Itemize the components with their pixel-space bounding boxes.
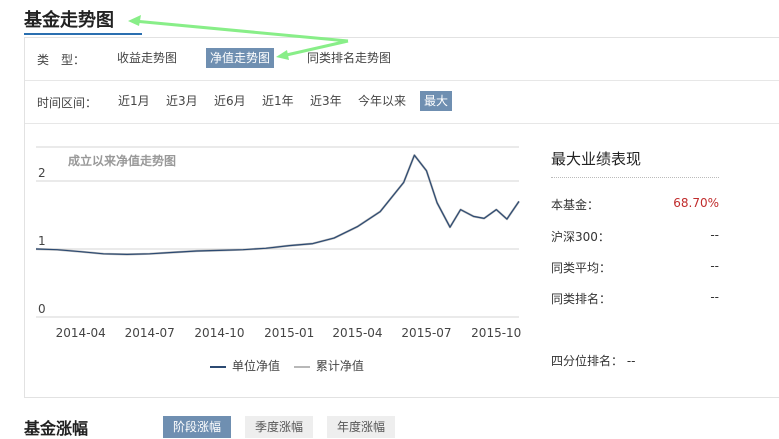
chart-legend: 单位净值 累计净值 (210, 357, 374, 374)
range-1m[interactable]: 近1月 (114, 91, 154, 111)
range-label: 时间区间： (37, 96, 98, 110)
range-1y[interactable]: 近1年 (258, 91, 298, 111)
series-line-unit-nav (35, 154, 520, 256)
option-rank-chart[interactable]: 同类排名走势图 (303, 48, 395, 68)
y-tick-label: 1 (38, 234, 46, 248)
x-tick-label: 2014-10 (194, 326, 244, 340)
performance-label: 同类排名： (551, 292, 612, 306)
chart-grid (36, 146, 519, 318)
range-max[interactable]: 最大 (420, 91, 453, 111)
x-axis-labels: 2014-04 2014-07 2014-10 2015-01 2015-04 2015-… (56, 326, 522, 340)
x-tick-label: 2014-04 (56, 326, 106, 340)
y-axis-labels: 0 1 2 (38, 166, 46, 316)
legend-label-unit-nav: 单位净值 (232, 359, 281, 373)
range-ytd[interactable]: 今年以来 (354, 91, 410, 111)
performance-label: 本基金： (551, 198, 600, 212)
type-row: 类 型： 收益走势图 净值走势图 同类排名走势图 (25, 38, 779, 81)
performance-value: -- (710, 259, 719, 273)
tab-period-growth[interactable]: 阶段涨幅 (163, 416, 232, 438)
option-nav-chart[interactable]: 净值走势图 (206, 48, 275, 68)
quartile-rank: 四分位排名： -- (551, 352, 636, 369)
annotation-arrowhead-title (128, 15, 141, 26)
performance-value: -- (710, 228, 719, 242)
title-underline (24, 33, 142, 35)
legend-item-unit-nav[interactable]: 单位净值 (210, 357, 280, 374)
x-tick-label: 2015-07 (401, 326, 451, 340)
range-6m[interactable]: 近6月 (210, 91, 250, 111)
growth-section-title: 基金涨幅 (24, 419, 89, 438)
range-3y[interactable]: 近3年 (306, 91, 346, 111)
option-return-chart[interactable]: 收益走势图 (113, 48, 181, 68)
type-label: 类 型： (37, 53, 86, 67)
legend-label-cumulative-nav: 累计净值 (315, 359, 364, 373)
performance-value: -- (710, 290, 719, 304)
tab-annual-growth[interactable]: 年度涨幅 (327, 416, 396, 438)
quartile-label: 四分位排名： (551, 354, 624, 368)
x-tick-label: 2015-10 (471, 326, 521, 340)
x-tick-label: 2014-07 (125, 326, 175, 340)
performance-value: 68.70% (673, 196, 719, 210)
performance-label: 同类平均： (551, 261, 612, 275)
performance-divider (551, 177, 719, 178)
chart-series (35, 154, 520, 256)
legend-swatch-cumulative-nav (293, 365, 310, 368)
nav-chart: 成立以来净值走势图 0 1 2 2014-04 2014-07 2014-10 2015-… (35, 146, 522, 340)
chart-title: 成立以来净值走势图 (68, 153, 176, 168)
range-row: 时间区间： 近1月 近3月 近6月 近1年 近3年 今年以来 最大 (25, 81, 779, 124)
page-title: 基金走势图 (24, 10, 114, 31)
legend-item-cumulative-nav[interactable]: 累计净值 (293, 357, 364, 374)
y-tick-label: 0 (38, 302, 46, 316)
series-line-cumulative-nav (35, 154, 520, 256)
legend-swatch-unit-nav (210, 365, 226, 368)
x-tick-label: 2015-04 (332, 326, 382, 340)
range-3m[interactable]: 近3月 (162, 91, 202, 111)
performance-title: 最大业绩表现 (551, 150, 642, 168)
y-tick-label: 2 (38, 166, 46, 180)
tab-quarterly-growth[interactable]: 季度涨幅 (245, 416, 314, 438)
quartile-value: -- (626, 354, 636, 368)
x-tick-label: 2015-01 (264, 326, 314, 340)
performance-label: 沪深300： (551, 230, 610, 244)
